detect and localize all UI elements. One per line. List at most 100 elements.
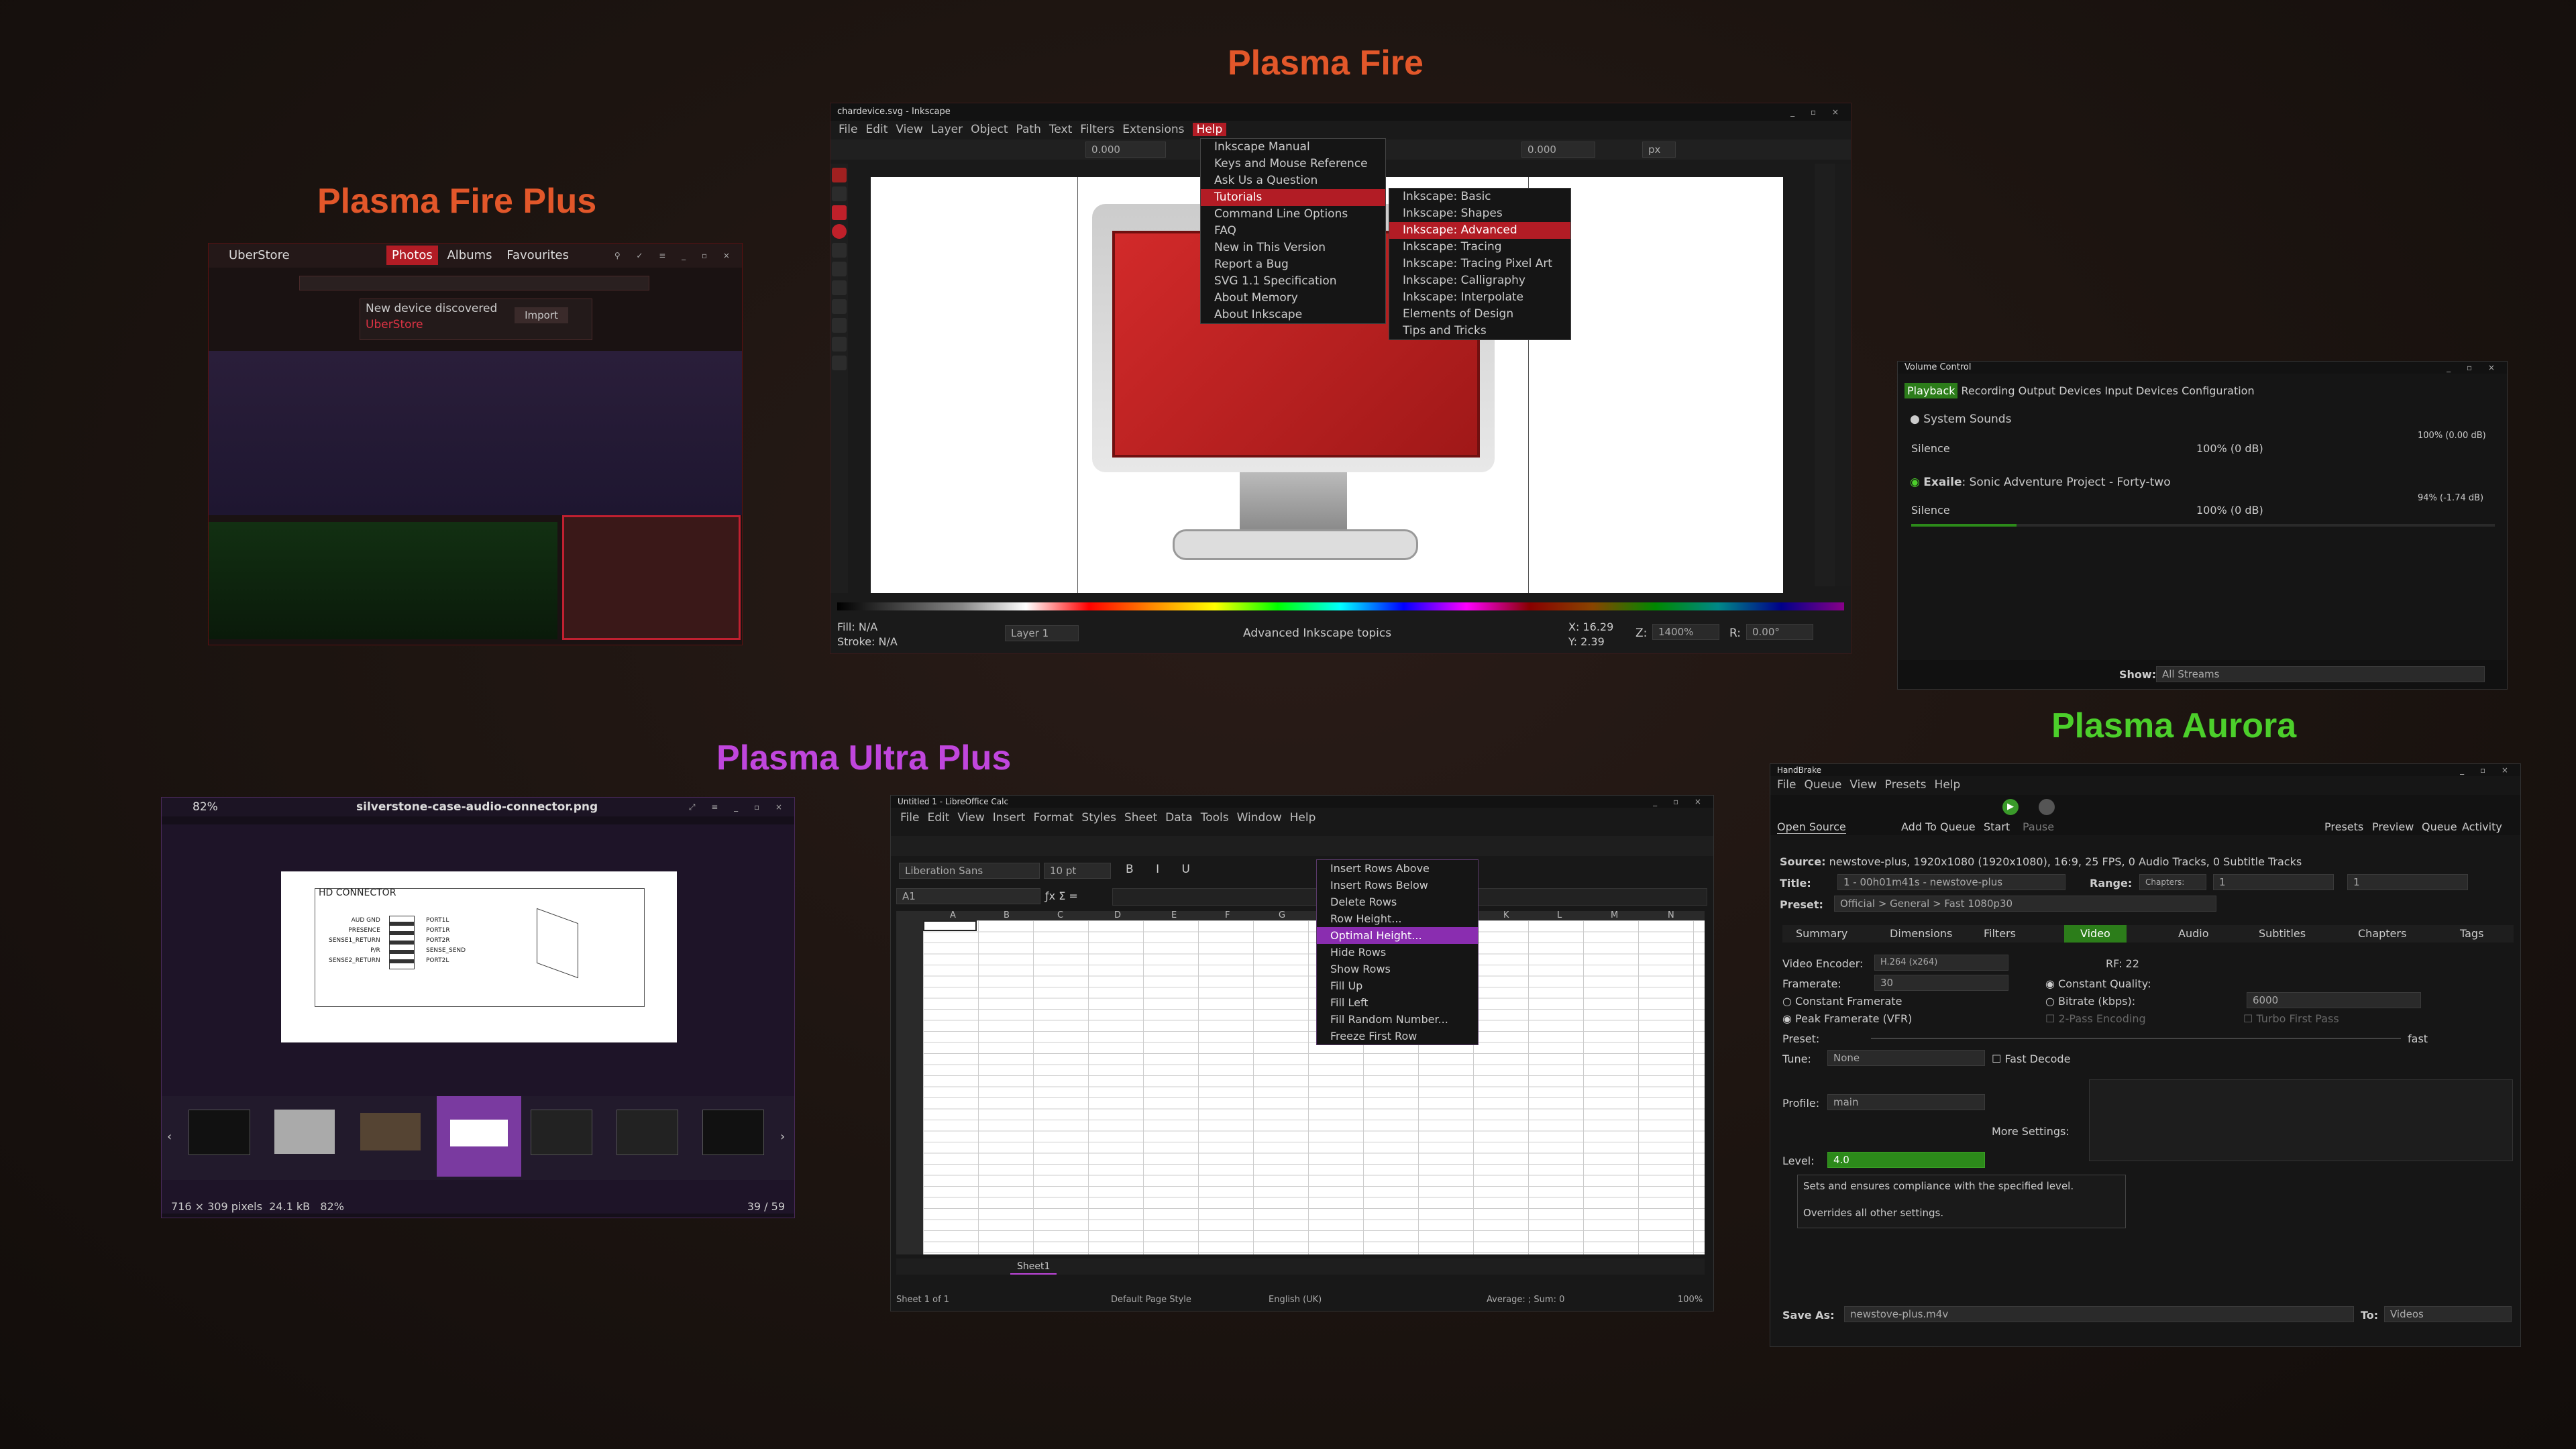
- tab-input-devices[interactable]: Input Devices: [2104, 384, 2178, 397]
- menu-format[interactable]: Format: [1033, 811, 1073, 824]
- open-source-button[interactable]: Open Source: [1777, 820, 1846, 834]
- rectangle-tool-icon[interactable]: [832, 205, 847, 220]
- tab-chapters[interactable]: Chapters: [2358, 925, 2406, 943]
- menu-item[interactable]: Freeze First Row: [1317, 1028, 1478, 1044]
- tab-subtitles[interactable]: Subtitles: [2259, 925, 2306, 943]
- tab-albums[interactable]: Albums: [441, 248, 497, 262]
- menu-item[interactable]: Inkscape Manual: [1201, 139, 1385, 156]
- import-button[interactable]: Import: [515, 307, 568, 323]
- formatting-buttons[interactable]: B I U: [1126, 863, 1199, 876]
- menu-item[interactable]: Command Line Options: [1201, 206, 1385, 223]
- active-cell[interactable]: [923, 920, 977, 931]
- menu-item[interactable]: Insert Rows Above: [1317, 860, 1478, 877]
- menu-filters[interactable]: Filters: [1080, 123, 1114, 136]
- color-palette[interactable]: [837, 602, 1844, 610]
- menu-item[interactable]: Delete Rows: [1317, 894, 1478, 910]
- window-controls[interactable]: ⤢ ≡ _ ▫ ×: [689, 798, 789, 816]
- bitrate-field[interactable]: 6000: [2247, 992, 2421, 1008]
- w-coordinate-field[interactable]: 0.000: [1521, 142, 1595, 158]
- turbo-first-pass-checkbox[interactable]: ☐ Turbo First Pass: [2243, 1012, 2339, 1025]
- menu-item[interactable]: Keys and Mouse Reference: [1201, 156, 1385, 172]
- dropper-tool-icon[interactable]: [832, 337, 847, 352]
- menu-window[interactable]: Window: [1237, 811, 1282, 824]
- menu-item[interactable]: FAQ: [1201, 223, 1385, 239]
- menu-view[interactable]: View: [896, 123, 922, 136]
- zoom-field[interactable]: 1400%: [1652, 624, 1719, 640]
- search-input[interactable]: [299, 276, 649, 290]
- menu-item[interactable]: Insert Rows Below: [1317, 877, 1478, 894]
- menu-item-optimal-height[interactable]: Optimal Height...: [1317, 927, 1478, 944]
- constant-framerate-radio[interactable]: ○ Constant Framerate: [1782, 995, 1902, 1008]
- rotate-field[interactable]: 0.00°: [1746, 624, 1813, 640]
- menu-insert[interactable]: Insert: [993, 811, 1026, 824]
- ellipse-tool-icon[interactable]: [832, 224, 847, 239]
- menu-item[interactable]: Fill Random Number...: [1317, 1011, 1478, 1028]
- range-from[interactable]: 1: [2213, 874, 2334, 890]
- menu-extensions[interactable]: Extensions: [1122, 123, 1184, 136]
- window-controls[interactable]: ⚲ ✓ ≡ _ ▫ ×: [614, 244, 737, 268]
- pause-button[interactable]: Pause: [2023, 820, 2054, 833]
- menu-file[interactable]: File: [839, 123, 857, 136]
- tab-tags[interactable]: Tags: [2460, 925, 2483, 943]
- menu-item[interactable]: New in This Version: [1201, 239, 1385, 256]
- sheet-tab[interactable]: Sheet1: [1010, 1260, 1057, 1275]
- text-tool-icon[interactable]: [832, 299, 847, 314]
- menu-item[interactable]: Inkscape: Shapes: [1389, 205, 1570, 222]
- show-select[interactable]: All Streams: [2156, 666, 2485, 682]
- menu-item[interactable]: Report a Bug: [1201, 256, 1385, 273]
- title-select[interactable]: 1 - 00h01m41s - newstove-plus: [1837, 874, 2065, 890]
- thumbnail[interactable]: [274, 1110, 335, 1154]
- spreadsheet-grid[interactable]: ABCDEFGHIJKLMN: [896, 911, 1705, 1254]
- framerate-select[interactable]: 30: [1874, 975, 2008, 991]
- menu-item[interactable]: Fill Left: [1317, 994, 1478, 1011]
- tab-filters[interactable]: Filters: [1984, 925, 2016, 943]
- unit-select[interactable]: px: [1642, 142, 1676, 158]
- tab-output-devices[interactable]: Output Devices: [2019, 384, 2102, 397]
- level-select[interactable]: 4.0: [1827, 1152, 1985, 1168]
- menu-presets[interactable]: Presets: [1885, 778, 1927, 792]
- menu-edit[interactable]: Edit: [865, 123, 888, 136]
- preview-button[interactable]: Preview: [2372, 820, 2414, 833]
- menu-item[interactable]: Inkscape: Calligraphy: [1389, 272, 1570, 289]
- menu-help[interactable]: Help: [1290, 811, 1316, 824]
- menu-sheet[interactable]: Sheet: [1124, 811, 1157, 824]
- thumbnail[interactable]: [531, 1110, 592, 1155]
- menu-item[interactable]: Inkscape: Basic: [1389, 189, 1570, 205]
- thumbnail[interactable]: [360, 1113, 421, 1150]
- tune-select[interactable]: None: [1827, 1050, 1985, 1066]
- encoder-select[interactable]: H.264 (x264): [1874, 955, 2008, 971]
- menu-item-tutorials[interactable]: Tutorials: [1201, 189, 1385, 206]
- menu-item-advanced[interactable]: Inkscape: Advanced: [1389, 222, 1570, 239]
- thumbnail[interactable]: [189, 1110, 250, 1155]
- menu-item[interactable]: SVG 1.1 Specification: [1201, 273, 1385, 290]
- zoom-select[interactable]: 82%: [193, 800, 218, 814]
- window-controls[interactable]: _ ▫ ×: [2460, 764, 2515, 776]
- font-size-select[interactable]: 10 pt: [1044, 863, 1111, 879]
- menu-item[interactable]: Fill Up: [1317, 977, 1478, 994]
- menu-item[interactable]: Show Rows: [1317, 961, 1478, 977]
- tab-recording[interactable]: Recording: [1961, 384, 2015, 397]
- activity-button[interactable]: Activity: [2462, 820, 2502, 833]
- play-icon[interactable]: ▶: [2002, 799, 2019, 815]
- window-controls[interactable]: _ ▫ ×: [1790, 103, 1845, 121]
- menu-edit[interactable]: Edit: [927, 811, 949, 824]
- status-zoom[interactable]: 100%: [1678, 1295, 1703, 1305]
- menu-view[interactable]: View: [1849, 778, 1876, 792]
- zoom-tool-icon[interactable]: [832, 356, 847, 370]
- menu-item[interactable]: Inkscape: Tracing Pixel Art: [1389, 256, 1570, 272]
- start-button[interactable]: Start: [1984, 820, 2010, 833]
- node-tool-icon[interactable]: [832, 186, 847, 201]
- thumbnail[interactable]: [702, 1110, 764, 1155]
- thumbnail-selected[interactable]: [437, 1096, 521, 1177]
- add-to-queue-button[interactable]: Add To Queue: [1901, 820, 1976, 833]
- font-name-select[interactable]: Liberation Sans: [899, 863, 1040, 879]
- menu-help[interactable]: Help: [1192, 123, 1227, 136]
- menu-item[interactable]: Inkscape: Tracing: [1389, 239, 1570, 256]
- tab-configuration[interactable]: Configuration: [2182, 384, 2255, 397]
- prev-arrow-icon[interactable]: ‹: [167, 1130, 172, 1144]
- tab-favourites[interactable]: Favourites: [501, 248, 574, 262]
- destination-select[interactable]: Videos: [2384, 1306, 2512, 1322]
- tab-photos[interactable]: Photos: [386, 246, 438, 265]
- menu-layer[interactable]: Layer: [931, 123, 963, 136]
- menu-item[interactable]: Elements of Design: [1389, 306, 1570, 323]
